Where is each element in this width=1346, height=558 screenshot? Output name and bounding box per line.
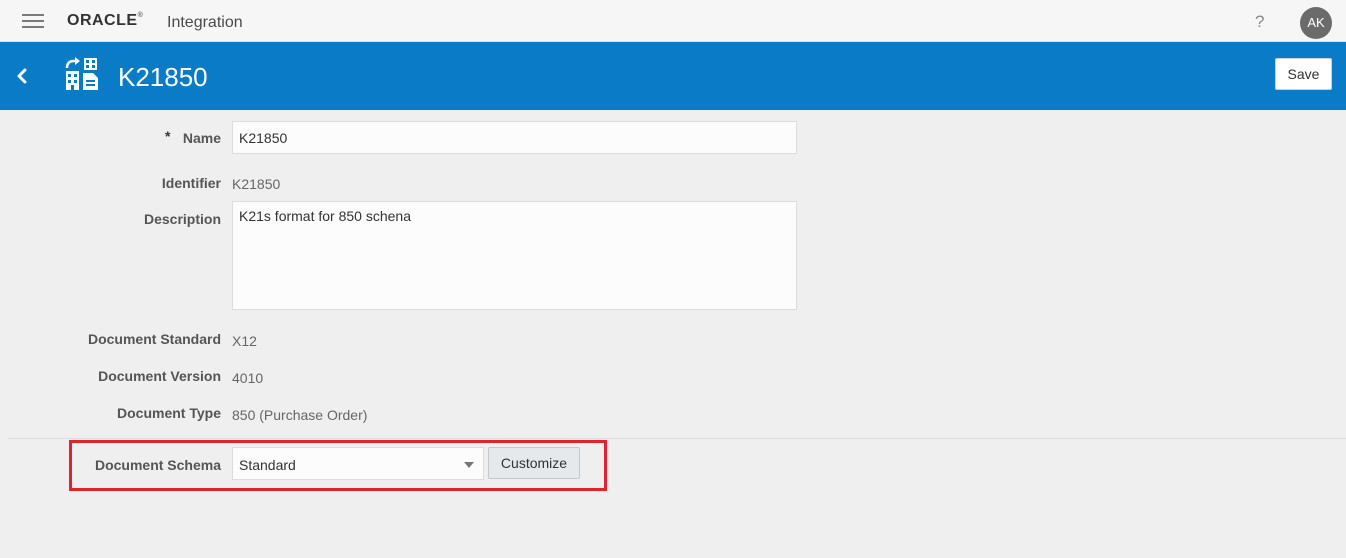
avatar[interactable]: AK xyxy=(1300,7,1332,39)
identifier-value: K21850 xyxy=(232,176,281,192)
document-building-icon xyxy=(65,57,98,90)
oracle-logo: ORACLE® xyxy=(67,12,144,29)
top-bar: ORACLE® Integration ? AK xyxy=(0,0,1346,42)
page-title: K21850 xyxy=(118,62,208,92)
save-button[interactable]: Save xyxy=(1275,58,1332,90)
product-name: Integration xyxy=(167,14,243,31)
name-input[interactable] xyxy=(232,121,797,154)
chevron-left-icon[interactable] xyxy=(12,65,32,87)
identifier-label: Identifier xyxy=(161,175,221,191)
section-divider xyxy=(8,438,1346,439)
description-label: Description xyxy=(143,211,221,227)
document-standard-value: X12 xyxy=(232,333,257,349)
highlight-box xyxy=(69,440,607,491)
help-icon[interactable]: ? xyxy=(1255,12,1264,32)
document-version-label: Document Version xyxy=(98,368,221,384)
hamburger-icon[interactable] xyxy=(22,14,44,28)
page-header: K21850 Save xyxy=(0,42,1346,110)
required-marker: * xyxy=(165,128,171,144)
document-type-value: 850 (Purchase Order) xyxy=(232,407,368,423)
description-textarea[interactable]: K21s format for 850 schena xyxy=(232,201,797,310)
name-label: Name xyxy=(182,130,221,146)
document-standard-label: Document Standard xyxy=(87,331,221,347)
document-version-value: 4010 xyxy=(232,370,264,386)
document-type-label: Document Type xyxy=(117,405,221,421)
